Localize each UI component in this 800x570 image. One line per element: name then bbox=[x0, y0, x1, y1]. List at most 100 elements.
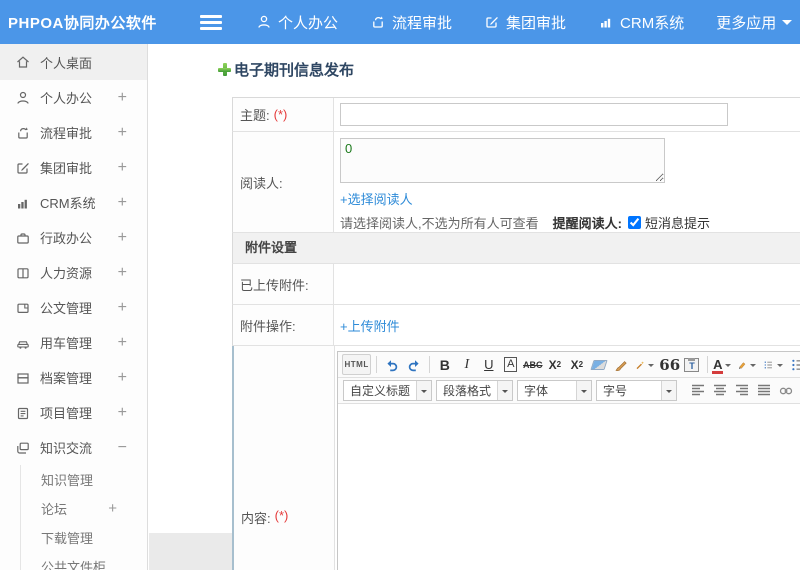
dropdown-caret-icon bbox=[661, 381, 677, 400]
align-center-button[interactable] bbox=[710, 380, 730, 401]
ordered-list-button[interactable] bbox=[761, 354, 786, 375]
sidebar-item-label: 流程审批 bbox=[40, 126, 93, 141]
expand-toggle[interactable]: + bbox=[118, 89, 127, 107]
sidebar-item-document-mgmt[interactable]: 公文管理 + bbox=[0, 290, 147, 325]
sidebar-item-label: 个人办公 bbox=[40, 91, 93, 106]
font-size-select[interactable]: 字号 bbox=[596, 380, 678, 401]
app-window: PHPOA协同办公软件 个人办公 流程审批 集团审批 CRM系统 更多应用 个人… bbox=[0, 0, 800, 570]
custom-title-select[interactable]: 自定义标题 bbox=[343, 380, 433, 401]
sidebar-item-label: 人力资源 bbox=[40, 266, 93, 281]
format-painter-button[interactable] bbox=[611, 354, 631, 375]
sidebar-subitem-public-cabinet[interactable]: 公共文件柜 bbox=[21, 552, 147, 570]
font-color-button[interactable]: A bbox=[712, 354, 733, 375]
sidebar-item-hr[interactable]: 人力资源 + bbox=[0, 255, 147, 290]
expand-toggle[interactable]: + bbox=[118, 299, 127, 317]
expand-toggle[interactable]: + bbox=[108, 500, 117, 518]
subscript-button[interactable]: X2 bbox=[567, 354, 587, 375]
sms-notify-checkbox[interactable] bbox=[627, 216, 641, 229]
topnav-crm-system[interactable]: CRM系统 bbox=[598, 12, 684, 33]
ordered-list-icon bbox=[765, 361, 773, 368]
undo-button[interactable] bbox=[382, 354, 402, 375]
sidebar-item-knowledge-exchange[interactable]: 知识交流 − bbox=[0, 430, 147, 465]
toolbar-separator bbox=[429, 356, 430, 373]
sidebar-item-label: 行政办公 bbox=[40, 231, 93, 246]
expand-toggle[interactable]: + bbox=[118, 124, 127, 142]
topnav-workflow-approval[interactable]: 流程审批 bbox=[370, 12, 452, 33]
chevron-down-icon bbox=[782, 19, 793, 30]
sidebar-item-personal-office[interactable]: 个人办公 + bbox=[0, 80, 147, 115]
redo-button[interactable] bbox=[404, 354, 424, 375]
align-left-button[interactable] bbox=[688, 380, 708, 401]
insert-link-button[interactable] bbox=[776, 380, 796, 401]
undo-icon bbox=[387, 359, 398, 371]
italic-button[interactable]: I bbox=[457, 354, 477, 375]
user-icon bbox=[256, 14, 272, 30]
sidebar-item-group-approval[interactable]: 集团审批 + bbox=[0, 150, 147, 185]
uploaded-label-cell: 已上传附件: bbox=[233, 264, 334, 304]
sidebar-subitem-knowledge-mgmt[interactable]: 知识管理 bbox=[21, 465, 147, 494]
char-border-button[interactable]: A bbox=[504, 357, 518, 372]
topnav-label: 集团审批 bbox=[506, 14, 567, 32]
attachment-section-title: 附件设置 bbox=[245, 240, 298, 255]
auto-typeset-button[interactable] bbox=[633, 354, 658, 375]
bar-chart-icon bbox=[15, 195, 31, 214]
top-nav: 个人办公 流程审批 集团审批 CRM系统 更多应用 bbox=[256, 12, 793, 33]
sidebar-item-label: 公文管理 bbox=[40, 301, 93, 316]
sidebar-subitem-label: 知识管理 bbox=[41, 473, 94, 488]
dropdown-caret-icon bbox=[750, 363, 757, 370]
paragraph-format-select[interactable]: 段落格式 bbox=[436, 380, 514, 401]
menu-hamburger-icon[interactable] bbox=[200, 14, 222, 30]
upload-attachment-link[interactable]: +上传附件 bbox=[340, 316, 400, 335]
content-editor-cell: HTML B I U A ABC X 2 X 2 66 T A 自定义标题 段落… bbox=[335, 346, 800, 570]
expand-toggle[interactable]: + bbox=[118, 264, 127, 282]
required-mark: (*) bbox=[273, 107, 288, 122]
paste-text-button[interactable]: T bbox=[682, 354, 702, 375]
subject-input[interactable] bbox=[340, 103, 728, 126]
remove-format-button[interactable] bbox=[589, 354, 609, 375]
sidebar-item-admin-office[interactable]: 行政办公 + bbox=[0, 220, 147, 255]
sidebar-subitem-download-mgmt[interactable]: 下载管理 bbox=[21, 523, 147, 552]
sidebar-item-archive-mgmt[interactable]: 档案管理 + bbox=[0, 360, 147, 395]
sidebar-item-vehicle-mgmt[interactable]: 用车管理 + bbox=[0, 325, 147, 360]
sidebar-subitem-forum[interactable]: 论坛 + bbox=[21, 494, 147, 523]
topnav-more-apps[interactable]: 更多应用 bbox=[716, 12, 793, 33]
sidebar-item-workflow-approval[interactable]: 流程审批 + bbox=[0, 115, 147, 150]
bold-button[interactable]: B bbox=[435, 354, 455, 375]
dropdown-caret-icon bbox=[777, 363, 784, 370]
workflow-icon bbox=[15, 125, 31, 144]
editor-toolbar-row1: HTML B I U A ABC X 2 X 2 66 T A bbox=[338, 352, 800, 378]
content-label-cell: 内容: (*) bbox=[234, 346, 335, 570]
expand-toggle[interactable]: + bbox=[118, 404, 127, 422]
sidebar-item-project-mgmt[interactable]: 项目管理 + bbox=[0, 395, 147, 430]
superscript-button[interactable]: X2 bbox=[545, 354, 565, 375]
expand-toggle[interactable]: + bbox=[118, 229, 127, 247]
select-readers-link[interactable]: +选择阅读人 bbox=[340, 189, 413, 208]
expand-toggle[interactable]: + bbox=[118, 369, 127, 387]
html-source-button[interactable]: HTML bbox=[342, 354, 372, 375]
topnav-group-approval[interactable]: 集团审批 bbox=[484, 12, 566, 33]
unordered-list-button[interactable] bbox=[788, 354, 800, 375]
font-family-select[interactable]: 字体 bbox=[517, 380, 593, 401]
sidebar-item-personal-desktop[interactable]: 个人桌面 bbox=[0, 44, 147, 80]
collapse-toggle[interactable]: − bbox=[118, 439, 127, 457]
highlight-color-button[interactable] bbox=[735, 354, 760, 375]
readers-content-cell: 0 +选择阅读人 请选择阅读人,不选为所有人可查看 提醒阅读人: 短消息提示 bbox=[334, 132, 800, 232]
sidebar-subitem-label: 论坛 bbox=[41, 502, 68, 517]
bar-chart-icon bbox=[598, 14, 614, 30]
sidebar-item-crm[interactable]: CRM系统 + bbox=[0, 185, 147, 220]
align-right-button[interactable] bbox=[732, 380, 752, 401]
paste-icon: T bbox=[684, 357, 700, 372]
strikethrough-button[interactable]: ABC bbox=[523, 354, 543, 375]
sidebar-submenu: 知识管理 论坛 + 下载管理 公共文件柜 bbox=[20, 465, 147, 570]
topnav-personal-office[interactable]: 个人办公 bbox=[256, 12, 338, 33]
editor-content-area[interactable] bbox=[338, 404, 800, 570]
edit-square-icon bbox=[484, 14, 500, 30]
expand-toggle[interactable]: + bbox=[118, 334, 127, 352]
underline-button[interactable]: U bbox=[479, 354, 499, 375]
expand-toggle[interactable]: + bbox=[118, 194, 127, 212]
topnav-label: CRM系统 bbox=[620, 14, 685, 32]
blockquote-button[interactable]: 66 bbox=[659, 354, 680, 375]
expand-toggle[interactable]: + bbox=[118, 159, 127, 177]
readers-textarea[interactable]: 0 bbox=[340, 138, 665, 183]
align-justify-button[interactable] bbox=[754, 380, 774, 401]
